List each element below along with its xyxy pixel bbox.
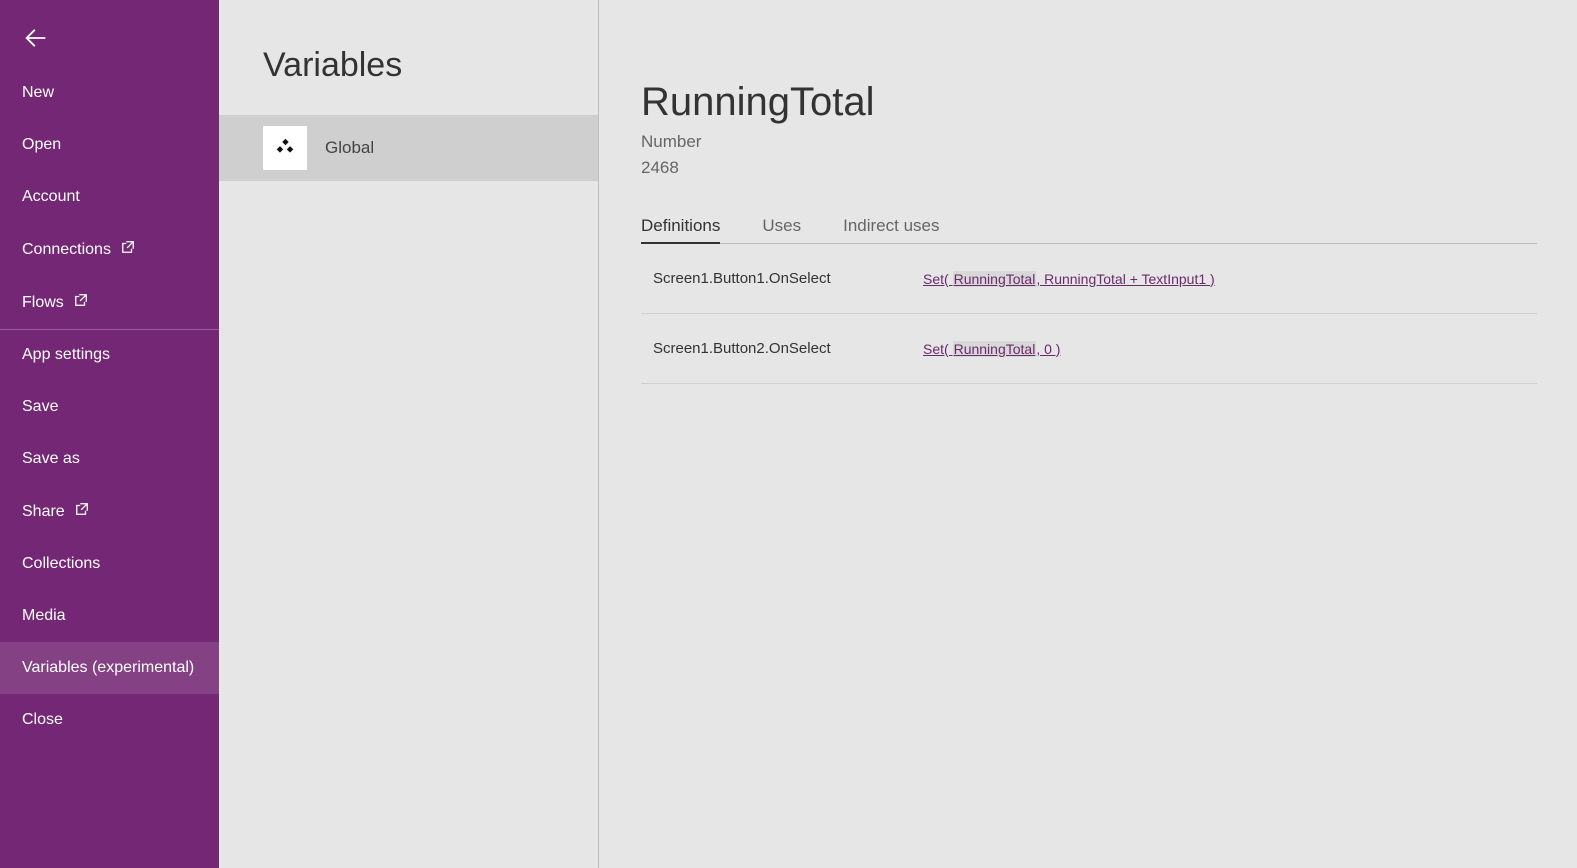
definition-formula-link[interactable]: Set( RunningTotal, 0 ) (923, 341, 1060, 357)
nav-item-app-settings[interactable]: App settings (0, 329, 219, 381)
nav-item-save-as[interactable]: Save as (0, 433, 219, 485)
nav-item-media[interactable]: Media (0, 590, 219, 642)
tab-uses[interactable]: Uses (762, 216, 801, 243)
scope-item-label: Global (325, 138, 374, 158)
variable-name: RunningTotal (641, 80, 1537, 125)
detail-tabs: Definitions Uses Indirect uses (641, 216, 1537, 244)
nav-item-label: New (22, 84, 54, 102)
nav-item-variables[interactable]: Variables (experimental) (0, 642, 219, 694)
definition-row: Screen1.Button1.OnSelect Set( RunningTot… (641, 244, 1537, 314)
back-button[interactable] (0, 0, 219, 67)
nav-item-account[interactable]: Account (0, 171, 219, 223)
tab-indirect[interactable]: Indirect uses (843, 216, 939, 243)
nav-item-new[interactable]: New (0, 67, 219, 119)
nav-item-label: Account (22, 188, 80, 206)
definition-location: Screen1.Button1.OnSelect (653, 270, 923, 287)
variable-type: Number (641, 129, 1537, 155)
variable-scope-column: Variables Global (219, 0, 599, 868)
nav-item-label: Save (22, 398, 58, 416)
definition-location: Screen1.Button2.OnSelect (653, 340, 923, 357)
nav-item-label: Share (22, 503, 65, 521)
tab-definitions[interactable]: Definitions (641, 216, 720, 244)
nav-item-label: Open (22, 136, 61, 154)
nav-item-open[interactable]: Open (0, 119, 219, 171)
nav-item-label: Save as (22, 450, 80, 468)
nav-item-label: Connections (22, 241, 111, 259)
nav-item-label: Variables (experimental) (22, 659, 194, 677)
nav-item-label: Media (22, 607, 66, 625)
nav-item-label: Close (22, 711, 63, 729)
nav-item-label: Flows (22, 294, 64, 312)
nav-item-share[interactable]: Share (0, 485, 219, 538)
external-link-icon (75, 502, 89, 521)
nav-item-flows[interactable]: Flows (0, 276, 219, 329)
nav-item-collections[interactable]: Collections (0, 538, 219, 590)
scope-item-global[interactable]: Global (219, 115, 598, 181)
file-menu-sidebar: New Open Account Connections Flows App s… (0, 0, 219, 868)
external-link-icon (74, 293, 88, 312)
nav-item-save[interactable]: Save (0, 381, 219, 433)
page-title: Variables (219, 0, 598, 115)
nav-item-connections[interactable]: Connections (0, 223, 219, 276)
nav-item-close[interactable]: Close (0, 694, 219, 746)
variable-detail-pane: RunningTotal Number 2468 Definitions Use… (599, 0, 1577, 868)
global-scope-icon (263, 126, 307, 170)
variable-value: 2468 (641, 155, 1537, 181)
external-link-icon (121, 240, 135, 259)
definition-formula-link[interactable]: Set( RunningTotal, RunningTotal + TextIn… (923, 271, 1215, 287)
definition-row: Screen1.Button2.OnSelect Set( RunningTot… (641, 314, 1537, 384)
nav-item-label: Collections (22, 555, 100, 573)
arrow-left-icon (22, 24, 50, 52)
nav-item-label: App settings (22, 346, 110, 364)
